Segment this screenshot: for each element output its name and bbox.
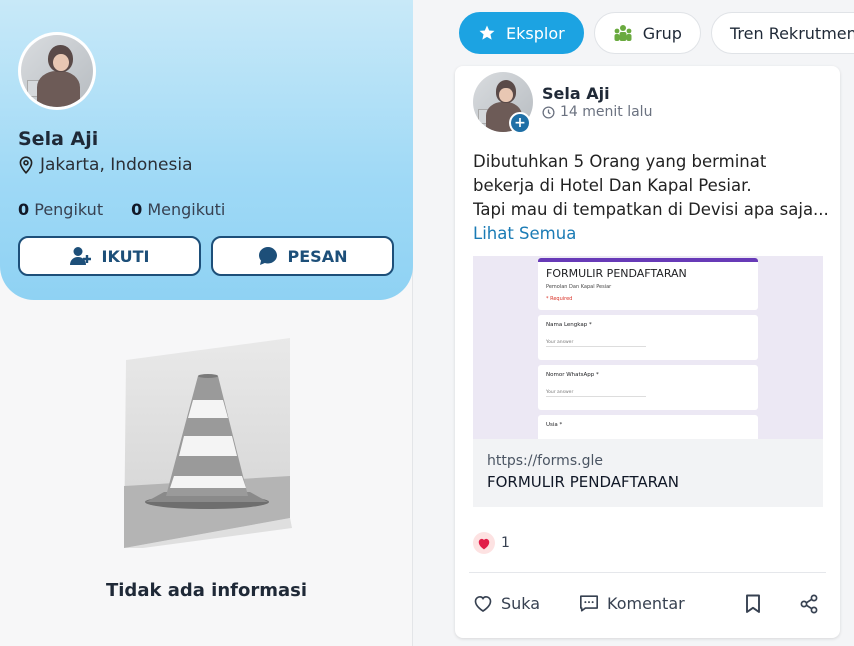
following-count: 0: [131, 200, 143, 219]
feed-tabs: Eksplor Grup Tren Rekrutmen: [459, 12, 854, 54]
see-all-link[interactable]: Lihat Semua: [473, 222, 828, 246]
like-label: Suka: [501, 594, 541, 613]
tab-eksplor[interactable]: Eksplor: [459, 12, 584, 54]
form-question: Nomor WhatsApp * Your answer: [538, 365, 758, 410]
form-question-label: Usia *: [546, 422, 563, 428]
post-line: Tapi mau di tempatkan di Devisi apa saja…: [473, 200, 828, 219]
bookmark-icon: [746, 594, 760, 613]
profile-actions: IKUTI PESAN: [18, 236, 394, 276]
form-subtitle: Pemolan Dan Kapal Pesiar: [546, 284, 612, 290]
form-question: Usia *: [538, 415, 758, 439]
link-url: https://forms.gle: [487, 453, 603, 469]
group-icon: [614, 25, 632, 41]
tab-grup[interactable]: Grup: [593, 12, 701, 54]
share-button[interactable]: [799, 594, 819, 614]
form-answer-placeholder: Your answer: [546, 390, 646, 397]
reaction-summary[interactable]: 1: [473, 532, 510, 554]
post-card: + Sela Aji 14 menit lalu Dibutuhkan 5 Or…: [455, 66, 840, 638]
follow-stats: 0 Pengikut 0 Mengikuti: [18, 200, 225, 219]
comment-icon: [580, 595, 598, 612]
empty-state-text: Tidak ada informasi: [105, 580, 307, 601]
like-button[interactable]: Suka: [473, 594, 540, 613]
form-answer-placeholder: Your answer: [546, 340, 646, 347]
add-user-icon: [69, 247, 91, 265]
post-line: Dibutuhkan 5 Orang yang berminat: [473, 152, 767, 171]
link-preview-image[interactable]: FORMULIR PENDAFTARAN Pemolan Dan Kapal P…: [473, 256, 823, 439]
followers-count: 0: [18, 200, 30, 219]
comment-button[interactable]: Komentar: [579, 594, 685, 613]
profile-panel: Sela Aji Jakarta, Indonesia 0 Pengikut 0…: [0, 0, 413, 646]
comment-label: Komentar: [607, 594, 685, 613]
star-icon: [479, 25, 495, 40]
followers-stat[interactable]: 0 Pengikut: [18, 200, 103, 219]
followers-label: Pengikut: [34, 200, 104, 219]
form-title: FORMULIR PENDAFTARAN: [546, 267, 687, 280]
following-stat[interactable]: 0 Mengikuti: [131, 200, 225, 219]
tab-eksplor-label: Eksplor: [506, 23, 565, 43]
avatar[interactable]: [18, 32, 96, 110]
heart-outline-icon: [474, 595, 492, 612]
form-question-label: Nomor WhatsApp *: [546, 372, 599, 378]
traffic-cone-illustration: [124, 338, 292, 548]
post-time-text: 14 menit lalu: [560, 104, 653, 120]
tab-tren-rekrutmen[interactable]: Tren Rekrutmen: [710, 12, 854, 54]
tab-tren-label: Tren Rekrutmen: [729, 23, 854, 43]
tab-grup-label: Grup: [642, 23, 682, 43]
avatar-photo: [21, 35, 93, 107]
post-actions: Suka Komentar: [473, 594, 825, 618]
form-header: FORMULIR PENDAFTARAN Pemolan Dan Kapal P…: [538, 258, 758, 310]
share-icon: [800, 594, 818, 614]
post-divider: [469, 572, 826, 573]
heart-icon: [473, 532, 495, 554]
following-label: Mengikuti: [147, 200, 226, 219]
follow-button-label: IKUTI: [101, 246, 150, 266]
message-button[interactable]: PESAN: [211, 236, 394, 276]
app-root: Sela Aji Jakarta, Indonesia 0 Pengikut 0…: [0, 0, 854, 646]
profile-location: Jakarta, Indonesia: [18, 155, 193, 175]
location-pin-icon: [19, 156, 33, 174]
link-title: FORMULIR PENDAFTARAN: [487, 473, 679, 491]
profile-name: Sela Aji: [18, 128, 99, 150]
post-author-name[interactable]: Sela Aji: [542, 84, 610, 103]
message-button-label: PESAN: [287, 246, 348, 266]
form-screenshot: FORMULIR PENDAFTARAN Pemolan Dan Kapal P…: [538, 258, 758, 439]
location-text: Jakarta, Indonesia: [40, 155, 193, 175]
clock-icon: [542, 105, 555, 119]
follow-plus-icon[interactable]: +: [509, 112, 531, 134]
form-question: Nama Lengkap * Your answer: [538, 315, 758, 360]
link-preview-box[interactable]: https://forms.gle FORMULIR PENDAFTARAN: [473, 439, 823, 507]
form-question-label: Nama Lengkap *: [546, 322, 592, 328]
post-text: Dibutuhkan 5 Orang yang berminat bekerja…: [473, 150, 828, 246]
like-count: 1: [501, 535, 510, 551]
feed-panel: Eksplor Grup Tren Rekrutmen + Sela Aji 1…: [441, 0, 854, 646]
form-required-note: * Required: [546, 296, 573, 302]
profile-card: Sela Aji Jakarta, Indonesia 0 Pengikut 0…: [0, 0, 413, 300]
post-time: 14 menit lalu: [542, 104, 652, 120]
chat-bubble-icon: [258, 247, 277, 265]
bookmark-button[interactable]: [745, 594, 761, 614]
post-line: bekerja di Hotel Dan Kapal Pesiar.: [473, 176, 752, 195]
follow-button[interactable]: IKUTI: [18, 236, 201, 276]
